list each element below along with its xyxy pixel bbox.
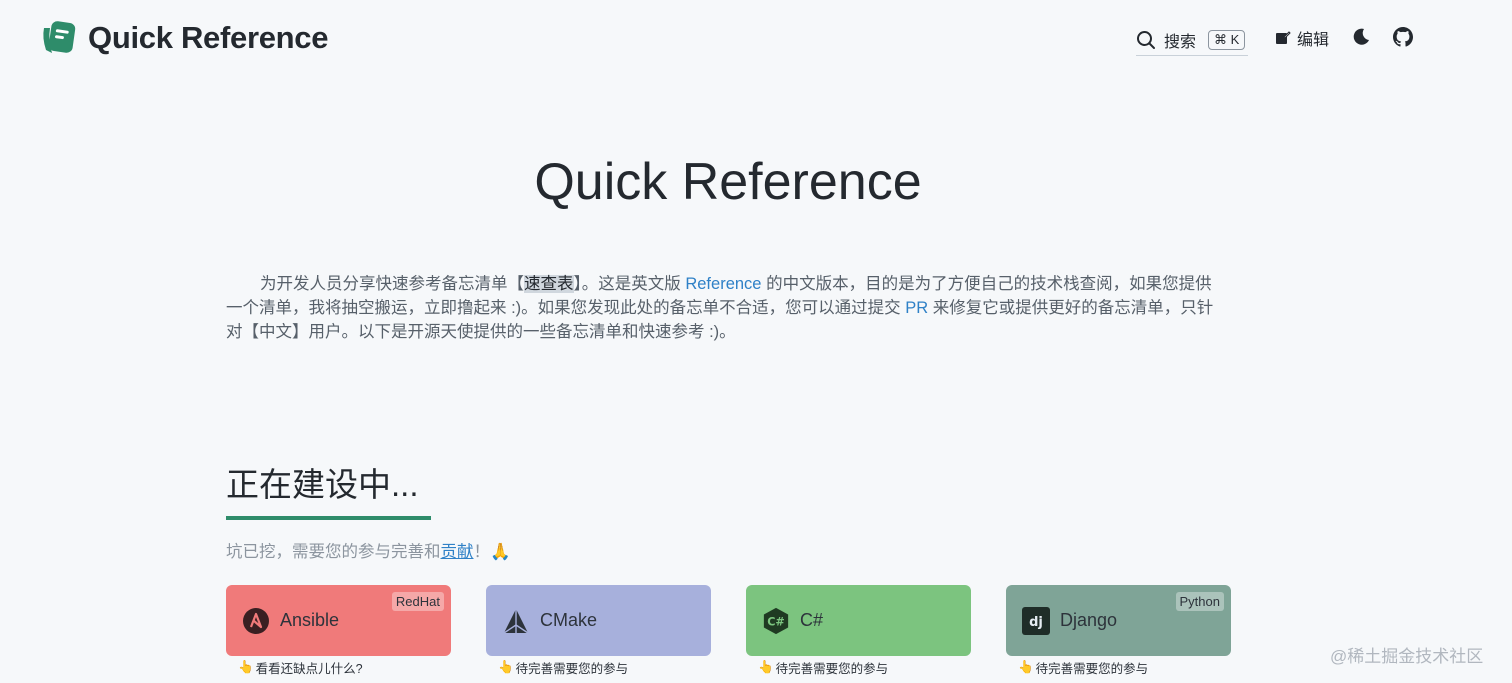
svg-text:dj: dj	[1029, 615, 1043, 630]
django-icon: dj	[1022, 606, 1050, 635]
search-label: 搜索	[1164, 33, 1197, 51]
card-note-text: 待完善需要您的参与	[1035, 662, 1149, 676]
header: Quick Reference 搜索 ⌘ K 编辑	[0, 0, 1512, 80]
page-title: Quick Reference	[534, 153, 922, 211]
card-note-text: 看看还缺点儿什么?	[255, 662, 363, 676]
card-label: CMake	[540, 610, 598, 630]
pointing-hand-icon: 👆	[1018, 660, 1034, 674]
logo-link[interactable]: Quick Reference	[38, 20, 328, 56]
watermark: @稀土掘金技术社区	[1330, 647, 1484, 666]
edit-label: 编辑	[1297, 32, 1330, 49]
ansible-icon	[242, 607, 270, 635]
dark-mode-icon[interactable]	[1352, 28, 1370, 46]
contribute-link[interactable]: 贡献	[441, 543, 474, 561]
intro-text-2: 】。这是英文版	[573, 275, 686, 293]
intro-paragraph: 为开发人员分享快速参考备忘清单【速查表】。这是英文版 Reference 的中文…	[226, 272, 1226, 344]
search-icon	[1137, 30, 1155, 49]
card-note: 👆 待完善需要您的参与	[1018, 658, 1148, 677]
section-subtitle-text: 坑已挖，需要您的参与完善和	[226, 543, 441, 561]
search-shortcut: ⌘ K	[1208, 29, 1246, 50]
card-note-text: 待完善需要您的参与	[775, 662, 889, 676]
card-label: C#	[800, 610, 824, 630]
card-note: 👆 看看还缺点儿什么?	[238, 658, 363, 677]
card-tag: RedHat	[391, 592, 444, 611]
logo-icon	[43, 21, 76, 53]
cmake-icon	[502, 607, 530, 635]
csharp-icon: C#	[762, 607, 790, 635]
intro-highlight: 速查表	[524, 275, 574, 293]
card-note-text: 待完善需要您的参与	[515, 662, 629, 676]
card-note: 👆 待完善需要您的参与	[498, 658, 628, 677]
pointing-hand-icon: 👆	[758, 660, 774, 674]
logo-text: Quick Reference	[88, 20, 329, 55]
pointing-hand-icon: 👆	[498, 660, 514, 674]
edit-icon	[1276, 31, 1291, 44]
intro-text-1: 为开发人员分享快速参考备忘清单【	[260, 275, 524, 293]
card-label: Django	[1060, 610, 1118, 630]
section-subtitle: 坑已挖，需要您的参与完善和贡献！🙏	[226, 538, 511, 562]
card-label: Ansible	[280, 610, 340, 630]
card-django[interactable]: dj Django Python	[1006, 585, 1231, 656]
card-tag: Python	[1175, 592, 1224, 611]
svg-text:C#: C#	[767, 615, 785, 628]
card-note: 👆 待完善需要您的参与	[758, 658, 888, 677]
card-cmake[interactable]: CMake	[486, 585, 711, 656]
section-title: 正在建设中...	[226, 458, 431, 520]
section-subtitle-suffix: ！🙏	[473, 543, 511, 561]
search-button[interactable]: 搜索 ⌘ K	[1136, 24, 1248, 56]
pointing-hand-icon: 👆	[238, 660, 254, 674]
edit-button[interactable]: 编辑	[1275, 26, 1329, 50]
card-ansible[interactable]: Ansible RedHat	[226, 585, 451, 656]
reference-link[interactable]: Reference	[685, 275, 761, 293]
pr-link[interactable]: PR	[905, 299, 928, 317]
card-csharp[interactable]: C# C#	[746, 585, 971, 656]
github-icon[interactable]	[1393, 27, 1413, 47]
